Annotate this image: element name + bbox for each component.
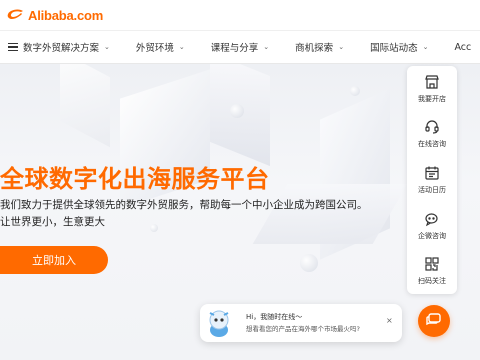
nav-item-opportunities[interactable]: 商机探索 ⌄ bbox=[295, 40, 344, 54]
side-item-open-store[interactable]: 我要开店 bbox=[407, 66, 457, 112]
chevron-down-icon: ⌄ bbox=[178, 43, 185, 51]
hero-title: 全球数字化出海服务平台 bbox=[0, 165, 270, 193]
nav-item-label: 商机探索 bbox=[295, 43, 334, 54]
nav-item-account[interactable]: Acc bbox=[454, 42, 471, 53]
decorative-bubble bbox=[230, 104, 244, 118]
side-item-label: 活动日历 bbox=[418, 185, 446, 194]
nav-item-solutions[interactable]: 数字外贸解决方案 ⌄ bbox=[8, 40, 110, 54]
chat-fab-button[interactable] bbox=[418, 305, 450, 337]
chat-greeting: Hi，我随时在线～ bbox=[246, 313, 303, 321]
side-item-online-consult[interactable]: 在线咨询 bbox=[407, 112, 457, 158]
store-icon bbox=[424, 74, 440, 90]
hero-description: 我们致力于提供全球领先的数字外贸服务，帮助每一个中小企业成为跨国公司。 bbox=[0, 199, 368, 211]
side-item-wecom-consult[interactable]: 企微咨询 bbox=[407, 203, 457, 249]
chat-bubble-icon bbox=[426, 312, 442, 331]
chat-popup[interactable]: Hi，我随时在线～ 想看看您的产品在海外哪个市场最火吗? × bbox=[200, 304, 402, 342]
wecom-icon bbox=[424, 211, 440, 227]
side-service-panel: 我要开店 在线咨询 活动日历 企微咨询 扫码关注 bbox=[407, 66, 457, 294]
join-now-button[interactable]: 立即加入 bbox=[0, 246, 108, 274]
chevron-down-icon: ⌄ bbox=[338, 43, 345, 51]
side-item-label: 企微咨询 bbox=[418, 231, 446, 240]
headset-icon bbox=[424, 119, 440, 135]
nav-item-courses[interactable]: 课程与分享 ⌄ bbox=[211, 40, 269, 54]
nav-item-label: 课程与分享 bbox=[210, 43, 259, 54]
close-icon[interactable]: × bbox=[386, 316, 393, 325]
side-item-label: 扫码关注 bbox=[418, 277, 446, 286]
nav-item-news[interactable]: 国际站动态 ⌄ bbox=[370, 40, 428, 54]
nav-item-label: Acc bbox=[454, 41, 472, 53]
side-item-event-calendar[interactable]: 活动日历 bbox=[407, 157, 457, 203]
decorative-shape bbox=[60, 64, 110, 148]
decorative-shape bbox=[252, 184, 408, 244]
decorative-bubble bbox=[300, 254, 318, 272]
chevron-down-icon: ⌄ bbox=[263, 43, 270, 51]
logo-text: Alibaba.com bbox=[28, 7, 104, 23]
chevron-down-icon: ⌄ bbox=[104, 43, 110, 51]
alibaba-logo[interactable]: Alibaba.com bbox=[6, 8, 103, 23]
hamburger-icon bbox=[8, 41, 18, 53]
nav-item-label: 数字外贸解决方案 bbox=[23, 43, 100, 54]
qrcode-icon bbox=[424, 256, 440, 272]
nav-item-trade-environment[interactable]: 外贸环境 ⌄ bbox=[136, 40, 185, 54]
alibaba-logo-mark-icon bbox=[6, 8, 26, 22]
top-bar: Alibaba.com bbox=[0, 0, 480, 30]
nav-item-label: 外贸环境 bbox=[135, 43, 174, 54]
hero-slogan: 让世界更小，生意更大 bbox=[0, 216, 105, 228]
decorative-bubble bbox=[150, 224, 158, 232]
side-item-label: 我要开店 bbox=[418, 94, 446, 103]
calendar-icon bbox=[424, 165, 440, 181]
main-nav: 数字外贸解决方案 ⌄ 外贸环境 ⌄ 课程与分享 ⌄ 商机探索 ⌄ 国际站动态 ⌄… bbox=[0, 30, 480, 64]
nav-item-label: 国际站动态 bbox=[370, 43, 418, 54]
chat-message: 想看看您的产品在海外哪个市场最火吗? bbox=[246, 325, 360, 333]
side-item-scan-follow[interactable]: 扫码关注 bbox=[407, 248, 457, 294]
decorative-bubble bbox=[350, 86, 360, 96]
chevron-down-icon: ⌄ bbox=[422, 43, 429, 51]
assistant-avatar bbox=[206, 308, 232, 338]
side-item-label: 在线咨询 bbox=[418, 140, 446, 149]
